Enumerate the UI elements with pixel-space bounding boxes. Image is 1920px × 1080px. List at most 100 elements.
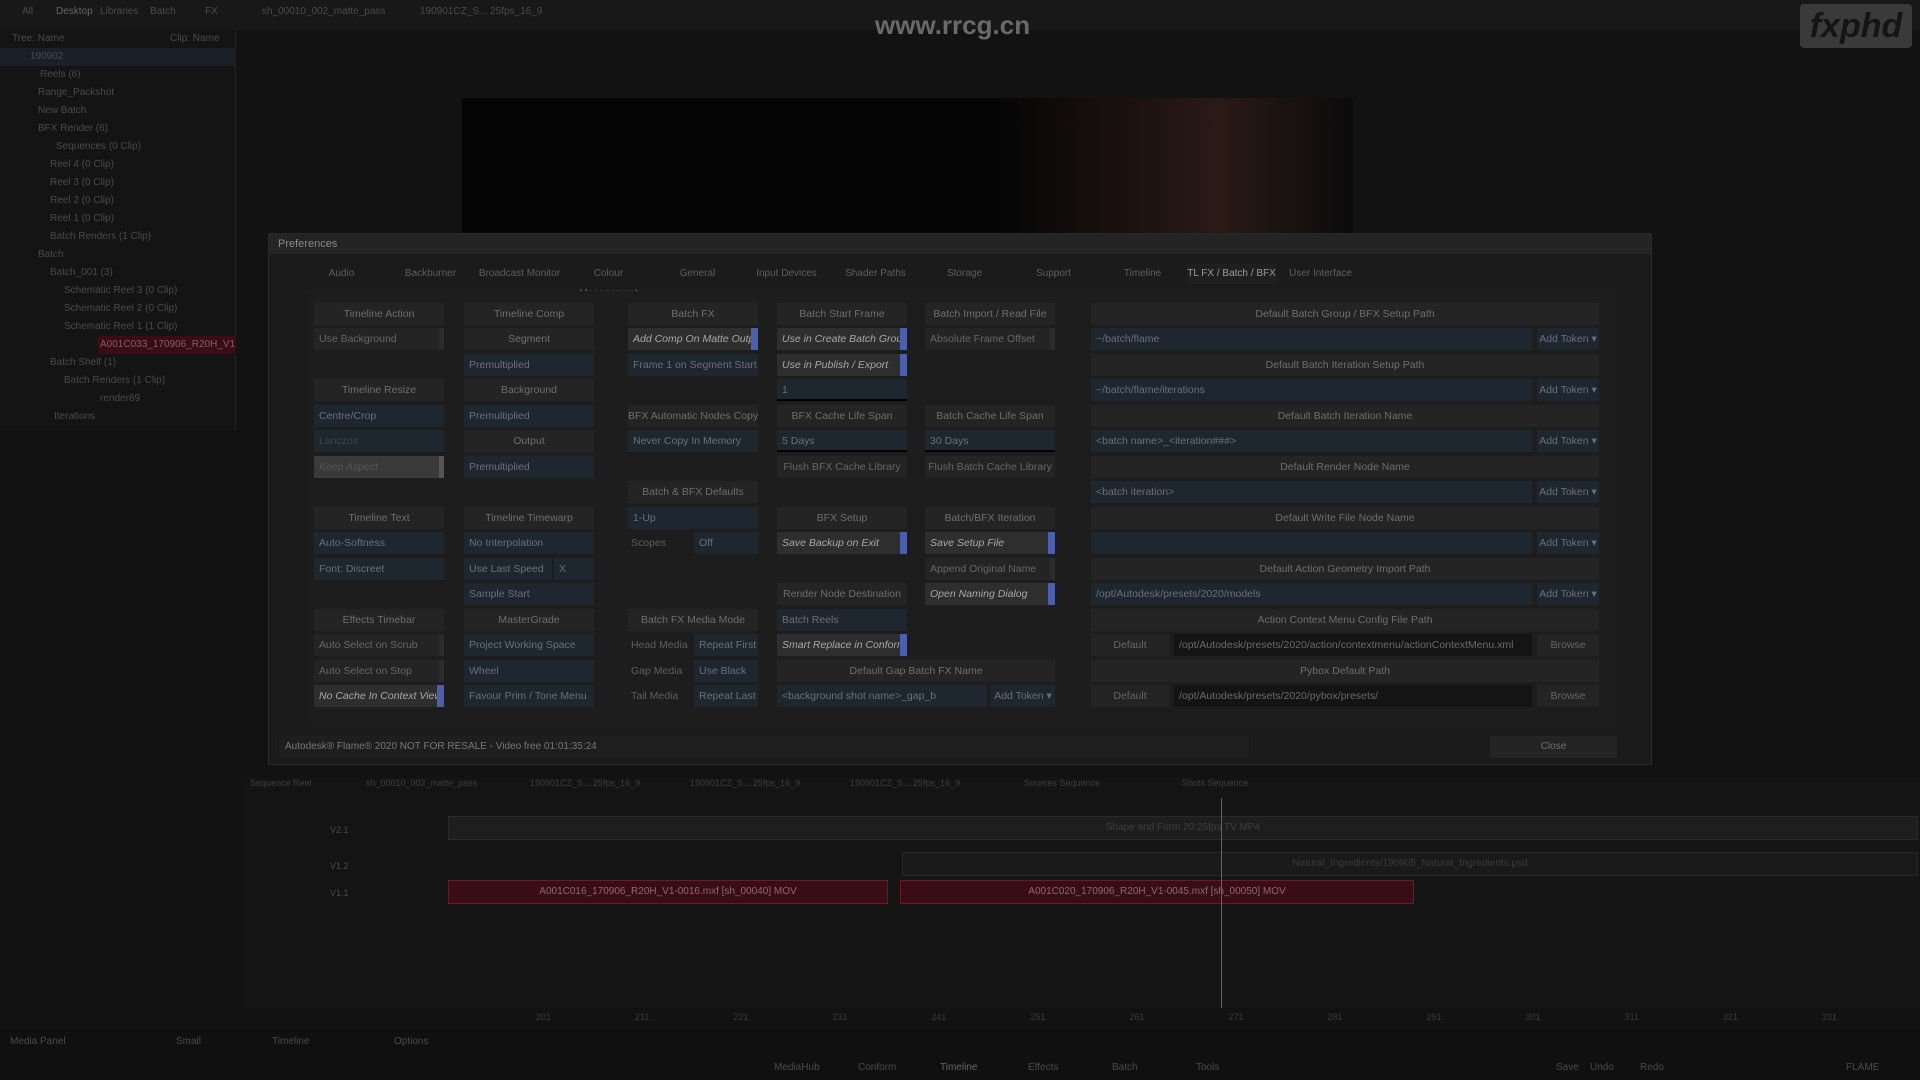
working-space-select[interactable]: Project Working Space — [464, 634, 594, 656]
tree-item[interactable]: New Batch — [0, 102, 236, 120]
default-button[interactable]: Default — [1091, 685, 1169, 707]
tab-effects[interactable]: Effects — [1028, 1062, 1058, 1073]
tab-conform[interactable]: Conform — [858, 1062, 896, 1073]
save-setup-toggle[interactable]: Save Setup File — [925, 532, 1055, 554]
flush-batch-cache-button[interactable]: Flush Batch Cache Library — [925, 456, 1055, 478]
tab-timeline[interactable]: Timeline — [940, 1062, 977, 1073]
open-naming-toggle[interactable]: Open Naming Dialog — [925, 583, 1055, 605]
path-field[interactable]: /opt/Autodesk/presets/2020/action/contex… — [1174, 634, 1532, 656]
browse-button[interactable]: Browse — [1537, 634, 1599, 656]
add-token-button[interactable]: Add Token ▾ — [1537, 583, 1599, 605]
speed-x-field[interactable]: X — [554, 558, 594, 580]
path-field[interactable]: /opt/Autodesk/presets/2020/models — [1091, 583, 1532, 605]
sample-select[interactable]: Sample Start — [464, 583, 594, 605]
tail-media-select[interactable]: Repeat Last — [694, 685, 758, 707]
gap-name-field[interactable]: <background shot name>_gap_b — [777, 685, 987, 707]
scopes-select[interactable]: Off — [694, 532, 758, 554]
tab-tlfx-batch-bfx[interactable]: TL FX / Batch / BFX — [1187, 264, 1276, 284]
wheel-select[interactable]: Wheel — [464, 660, 594, 682]
favour-menu-select[interactable]: Favour Prim / Tone Menu — [464, 685, 594, 707]
tab-input-devices[interactable]: Input Devices — [742, 264, 831, 284]
tab-broadcast-monitor[interactable]: Broadcast Monitor — [475, 264, 564, 284]
track-label[interactable]: V2.1 — [330, 825, 349, 835]
tree-clip[interactable]: render89 — [0, 390, 236, 408]
redo-button[interactable]: Redo — [1640, 1062, 1664, 1073]
bfx-cache-span-slider[interactable]: 5 Days — [777, 430, 907, 452]
tab-storage[interactable]: Storage — [920, 264, 1009, 284]
resize-mode-select[interactable]: Centre/Crop — [314, 405, 444, 427]
tree-item[interactable]: Reel 2 (0 Clip) — [0, 192, 236, 210]
font-select[interactable]: Font: Discreet — [314, 558, 444, 580]
resize-filter-select[interactable]: Lanczos — [314, 430, 444, 452]
track-label[interactable]: V1.2 — [330, 861, 349, 871]
size-button[interactable]: Small — [176, 1036, 201, 1047]
tree-item[interactable]: Reels (6) — [0, 66, 236, 84]
batch-cache-span-slider[interactable]: 30 Days — [925, 430, 1055, 452]
gap-name-add-token[interactable]: Add Token ▾ — [991, 685, 1055, 707]
tab-timeline[interactable]: Timeline — [1098, 264, 1187, 284]
tree-item[interactable]: Schematic Reel 3 (0 Clip) — [0, 282, 236, 300]
add-comp-toggle[interactable]: Add Comp On Matte Output — [628, 328, 758, 350]
tab-user-interface[interactable]: User Interface — [1276, 264, 1365, 284]
tree-item[interactable]: Reel 3 (0 Clip) — [0, 174, 236, 192]
save-backup-toggle[interactable]: Save Backup on Exit — [777, 532, 907, 554]
frame1-select[interactable]: Frame 1 on Segment Start — [628, 354, 758, 376]
render-dest-select[interactable]: Batch Reels — [777, 609, 907, 631]
tree-item[interactable]: Batch Renders (1 Clip) — [0, 228, 236, 246]
viewer-tab[interactable]: 190901CZ_S... 25fps_16_9 — [420, 6, 542, 17]
path-field[interactable]: /opt/Autodesk/presets/2020/pybox/presets… — [1174, 685, 1532, 707]
path-field[interactable]: <batch name>_<iteration###> — [1091, 430, 1532, 452]
start-frame-field[interactable]: 1 — [777, 379, 907, 401]
use-background-toggle[interactable]: Use Background — [314, 328, 444, 350]
tree-item[interactable]: Batch Renders (1 Clip) — [0, 372, 236, 390]
add-token-button[interactable]: Add Token ▾ — [1537, 532, 1599, 554]
tab-all[interactable]: All — [22, 6, 33, 17]
tab-tools[interactable]: Tools — [1196, 1062, 1219, 1073]
timeline-tab[interactable]: 190901CZ_S... 25fps_16_9 — [530, 778, 640, 788]
media-panel-button[interactable]: Media Panel — [10, 1036, 66, 1047]
tab-desktop[interactable]: Desktop — [56, 6, 93, 17]
browse-button[interactable]: Browse — [1537, 685, 1599, 707]
path-field[interactable] — [1091, 532, 1532, 554]
path-field[interactable]: <batch iteration> — [1091, 481, 1532, 503]
smart-replace-toggle[interactable]: Smart Replace in Conform — [777, 634, 907, 656]
undo-button[interactable]: Undo — [1590, 1062, 1614, 1073]
viewer-tab[interactable]: sh_00010_002_matte_pass — [262, 6, 385, 17]
add-token-button[interactable]: Add Token ▾ — [1537, 430, 1599, 452]
append-name-toggle[interactable]: Append Original Name — [925, 558, 1055, 580]
timeline-clip[interactable]: A001C020_170906_R20H_V1-0045.mxf [sh_000… — [900, 880, 1414, 904]
tree-item[interactable]: Schematic Reel 1 (1 Clip) — [0, 318, 236, 336]
tab-libraries[interactable]: Libraries — [100, 6, 138, 17]
add-token-button[interactable]: Add Token ▾ — [1537, 481, 1599, 503]
tab-audio[interactable]: Audio — [297, 264, 386, 284]
use-create-batch-toggle[interactable]: Use in Create Batch Group — [777, 328, 907, 350]
timeline-clip[interactable]: Shape and Form 20 25fps TV MP4 — [448, 816, 1918, 840]
tree-clip-selected[interactable]: A001C033_170906_R20H_V1 — [98, 336, 236, 354]
tree-item[interactable]: BFX Render (6) — [0, 120, 236, 138]
add-token-button[interactable]: Add Token ▾ — [1537, 379, 1599, 401]
path-field[interactable]: ~/batch/flame/iterations — [1091, 379, 1532, 401]
path-field[interactable]: ~/batch/flame — [1091, 328, 1532, 350]
tab-batch[interactable]: Batch — [150, 6, 176, 17]
head-media-select[interactable]: Repeat First — [694, 634, 758, 656]
tree-item[interactable]: Batch Shelf (1) — [0, 354, 236, 372]
default-button[interactable]: Default — [1091, 634, 1169, 656]
timeline-clip[interactable]: A001C016_170906_R20H_V1-0016.mxf [sh_000… — [448, 880, 888, 904]
timeline-tab[interactable]: sh_00010_002_matte_pass — [366, 778, 477, 788]
add-token-button[interactable]: Add Token ▾ — [1537, 328, 1599, 350]
keep-aspect-toggle[interactable]: Keep Aspect — [314, 456, 444, 478]
tab-mediahub[interactable]: MediaHub — [774, 1062, 820, 1073]
auto-select-scrub-toggle[interactable]: Auto Select on Scrub — [314, 634, 444, 656]
auto-select-stop-toggle[interactable]: Auto Select on Stop — [314, 660, 444, 682]
tree-item[interactable]: Reel 1 (0 Clip) — [0, 210, 236, 228]
absolute-offset-toggle[interactable]: Absolute Frame Offset — [925, 328, 1055, 350]
background-select[interactable]: Premultiplied — [464, 405, 594, 427]
tree-item[interactable]: Batch — [0, 246, 236, 264]
timeline-tab[interactable]: 190901CZ_S... 25fps_16_9 — [690, 778, 800, 788]
interpolation-select[interactable]: No Interpolation — [464, 532, 594, 554]
tree-item[interactable]: Batch_001 (3) — [0, 264, 236, 282]
playhead[interactable] — [1221, 798, 1222, 1008]
output-select[interactable]: Premultiplied — [464, 456, 594, 478]
tab-support[interactable]: Support — [1009, 264, 1098, 284]
tree-item[interactable]: Iterations — [0, 408, 236, 426]
